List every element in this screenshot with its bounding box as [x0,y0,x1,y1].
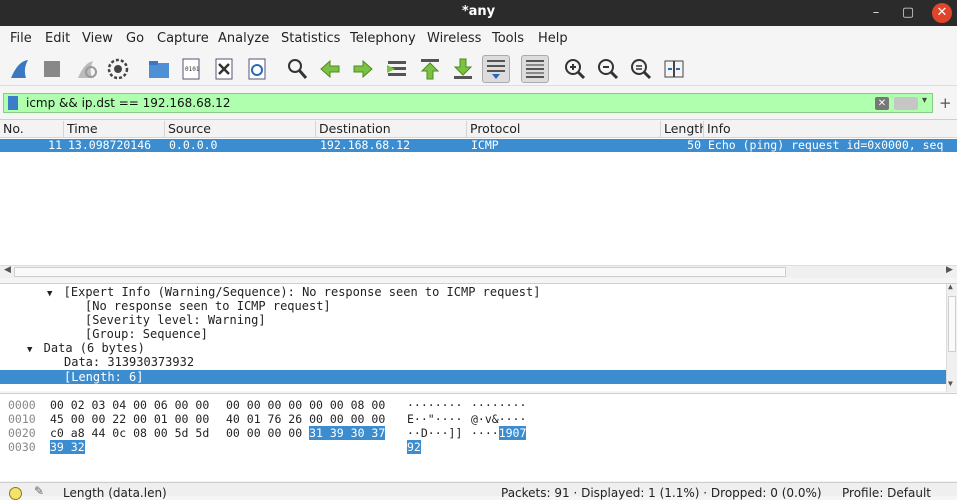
close-file-icon[interactable] [210,55,238,83]
packet-list-header: No. Time Source Destination Protocol Len… [0,120,957,138]
hex-row[interactable]: 0000 [8,398,36,412]
menu-analyze[interactable]: Analyze [218,31,269,46]
column-no[interactable]: No. [0,121,64,137]
status-field-name: Length (data.len) [63,486,167,500]
menu-wireless[interactable]: Wireless [427,31,481,46]
expert-info-status-icon[interactable] [9,487,22,500]
tree-node-no-response[interactable]: [No response seen to ICMP request] [85,299,331,313]
column-length[interactable]: Length [661,121,704,137]
auto-scroll-icon[interactable] [482,55,510,83]
ascii-selected-bytes[interactable]: 1907 [498,426,527,440]
apply-filter-arrow-icon[interactable] [894,97,918,110]
packet-list-hscrollbar[interactable]: ◀ ▶ [0,265,957,278]
scroll-down-icon[interactable]: ▼ [948,379,953,388]
menu-go[interactable]: Go [126,31,144,46]
tree-node-data[interactable]: ▼ Data (6 bytes) [27,341,145,355]
go-forward-arrow-icon[interactable] [349,55,377,83]
menu-tools[interactable]: Tools [492,31,524,46]
packet-bytes-pane: 0000 00 02 03 04 00 06 00 00 00 00 00 00… [0,393,957,481]
menu-file[interactable]: File [10,31,32,46]
packet-protocol: ICMP [471,138,499,152]
colorize-packets-icon[interactable] [521,55,549,83]
details-vscrollbar[interactable]: ▲ ▼ [946,282,957,392]
tree-node-data-value[interactable]: Data: 313930373932 [64,355,194,369]
svg-text:0101: 0101 [185,66,200,73]
minimize-button[interactable]: – [866,3,886,23]
capture-options-gear-icon[interactable] [104,55,132,83]
menu-capture[interactable]: Capture [157,31,209,46]
scroll-right-icon[interactable]: ▶ [946,265,953,275]
menu-bar: File Edit View Go Capture Analyze Statis… [0,28,957,50]
menu-statistics[interactable]: Statistics [281,31,340,46]
column-time[interactable]: Time [64,121,165,137]
last-packet-icon[interactable] [449,55,477,83]
shark-fin-icon[interactable] [6,55,34,83]
tree-node-group[interactable]: [Group: Sequence] [85,327,208,341]
packet-source: 0.0.0.0 [169,138,218,152]
resize-columns-icon[interactable] [660,55,688,83]
column-source[interactable]: Source [165,121,316,137]
open-folder-icon[interactable] [145,55,173,83]
first-packet-icon[interactable] [416,55,444,83]
close-button[interactable]: ✕ [932,3,952,23]
hex-selected-bytes[interactable]: 39 32 [50,440,85,454]
maximize-button[interactable]: ▢ [898,3,918,23]
status-bar: ✎ Length (data.len) Packets: 91 · Displa… [0,482,957,500]
normal-size-icon[interactable] [627,55,655,83]
hex-row[interactable]: 0020 [8,426,36,440]
hex-row[interactable]: 0030 [8,440,36,454]
zoom-in-icon[interactable] [561,55,589,83]
display-filter-input[interactable]: icmp && ip.dst == 192.168.68.12 [26,96,230,110]
save-file-icon[interactable]: 0101 [177,55,205,83]
packet-list: No. Time Source Destination Protocol Len… [0,119,957,277]
scroll-left-icon[interactable]: ◀ [4,265,11,275]
clear-filter-icon[interactable]: ✕ [875,97,889,110]
reload-file-icon[interactable] [243,55,271,83]
scroll-up-icon[interactable]: ▲ [948,282,953,291]
hex-selected-bytes[interactable]: 31 39 30 37 [309,426,386,440]
find-packet-icon[interactable] [283,55,311,83]
add-filter-button-icon[interactable]: + [939,94,952,112]
title-bar: *any – ▢ ✕ [0,0,957,26]
tree-node-expert-info[interactable]: ▼ [Expert Info (Warning/Sequence): No re… [47,285,540,299]
column-protocol[interactable]: Protocol [467,121,661,137]
filter-history-dropdown-icon[interactable]: ▾ [922,95,927,106]
menu-edit[interactable]: Edit [45,31,70,46]
stop-capture-icon[interactable] [38,55,66,83]
status-profile[interactable]: Profile: Default [842,486,931,500]
restart-capture-icon[interactable] [72,55,100,83]
packet-details-tree: ▼ [Expert Info (Warning/Sequence): No re… [0,282,957,392]
menu-help[interactable]: Help [538,31,568,46]
go-to-packet-icon[interactable] [383,55,411,83]
menu-telephony[interactable]: Telephony [350,31,416,46]
packet-destination: 192.168.68.12 [320,138,411,152]
column-info[interactable]: Info [704,121,957,137]
packet-info: Echo (ping) request id=0x0000, seq [708,138,944,152]
packet-no: 11 [48,138,62,152]
menu-view[interactable]: View [82,31,113,46]
go-back-arrow-icon[interactable] [316,55,344,83]
filter-bookmark-icon[interactable] [8,96,18,110]
ascii-selected-bytes[interactable]: 92 [407,440,421,454]
tree-node-severity[interactable]: [Severity level: Warning] [85,313,266,327]
zoom-out-icon[interactable] [594,55,622,83]
scroll-thumb[interactable] [948,296,956,352]
hex-row[interactable]: 0010 [8,412,36,426]
scroll-thumb[interactable] [14,267,786,277]
window-title: *any [461,4,496,19]
packet-row[interactable]: 11 13.098720146 0.0.0.0 192.168.68.12 IC… [0,138,957,152]
column-destination[interactable]: Destination [316,121,467,137]
expand-arrow-icon[interactable]: ▼ [27,345,32,355]
status-packet-counts: Packets: 91 · Displayed: 1 (1.1%) · Drop… [501,486,822,500]
display-filter-bar: icmp && ip.dst == 192.168.68.12 ✕ ▾ [3,93,933,113]
packet-time: 13.098720146 [68,138,152,152]
expand-arrow-icon[interactable]: ▼ [47,289,52,299]
main-toolbar: 0101 [0,52,957,86]
packet-length: 50 [687,138,701,152]
tree-node-length[interactable]: [Length: 6] [64,370,143,384]
